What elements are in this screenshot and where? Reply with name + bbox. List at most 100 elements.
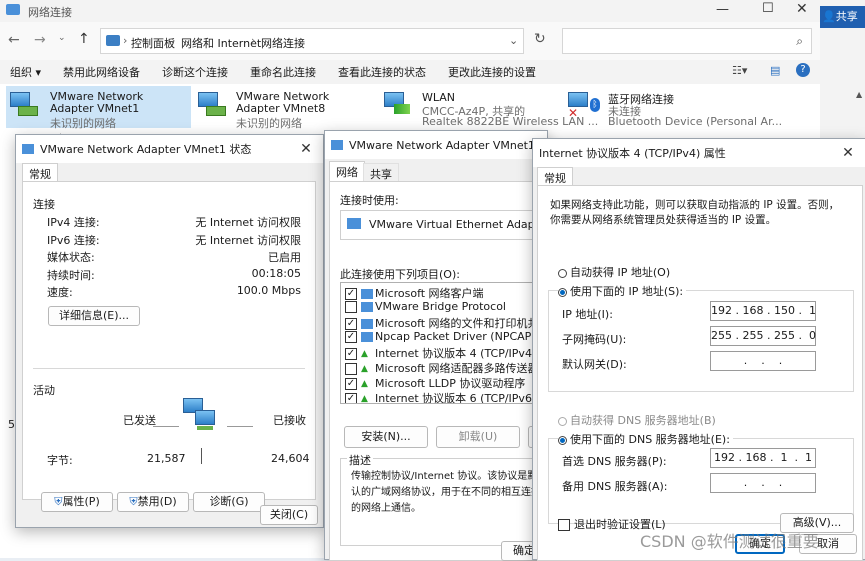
radio-button[interactable] <box>558 416 567 426</box>
ipv6-value: 无 Internet 访问权限 <box>195 234 301 247</box>
divider <box>33 368 305 369</box>
adapter-item-vmnet8[interactable]: VMware Network Adapter VMnet8 未识别的网络 <box>194 86 374 130</box>
refresh-icon[interactable]: ↻ <box>534 31 546 47</box>
checkbox[interactable]: ✓ <box>345 318 357 330</box>
tab-network[interactable]: 网络 <box>329 161 365 182</box>
properties-dialog: VMware Network Adapter VMnet1 属性 网络 共享 连… <box>324 130 558 561</box>
breadcrumb-item[interactable]: 网络和 Internet <box>181 35 261 51</box>
adapter-item-wlan[interactable]: WLAN CMCC-Az4P, 共享的 Realtek 8822BE Wirel… <box>380 86 598 128</box>
close-icon[interactable]: ✕ <box>796 1 808 17</box>
properties-dialog-title: VMware Network Adapter VMnet1 属性 <box>349 139 547 152</box>
up-arrow-icon[interactable]: ↑ <box>78 31 90 47</box>
gateway-label: 默认网关(D): <box>562 358 627 371</box>
maximize-icon[interactable]: ☐ <box>762 1 774 16</box>
activity-line-left <box>153 426 179 427</box>
preview-pane-icon[interactable]: ▤ <box>770 64 780 77</box>
wifi-signal-icon <box>384 92 412 116</box>
close-button[interactable]: 关闭(C) <box>260 505 318 525</box>
view-options-icon[interactable]: ☷▾ <box>732 64 747 77</box>
disable-button[interactable]: ⛨禁用(D) <box>117 492 189 512</box>
checkbox[interactable] <box>345 301 357 313</box>
close-icon[interactable]: ✕ <box>831 145 865 161</box>
breadcrumb-item[interactable]: 网络连接 <box>261 35 305 51</box>
search-input[interactable]: ⌕ <box>562 28 812 54</box>
shield-icon: ⛨ <box>129 495 138 508</box>
details-button[interactable]: 详细信息(E)... <box>48 306 140 326</box>
network-adapter-icon <box>22 144 34 154</box>
uninstall-button[interactable]: 卸载(U) <box>436 426 520 448</box>
manual-dns-radio[interactable]: 使用下面的 DNS 服务器地址(E): <box>558 431 733 447</box>
radio-button[interactable] <box>558 435 567 445</box>
checkbox[interactable]: ✓ <box>345 288 357 300</box>
bluetooth-adapter-icon: ᛒ ✕ <box>568 92 600 120</box>
list-item[interactable]: ✓ Microsoft 网络客户端 <box>345 285 484 301</box>
alternate-dns-field[interactable]: . . . <box>710 473 816 493</box>
share-label: 共享 <box>835 10 858 23</box>
diagnose-connection-button[interactable]: 诊断这个连接 <box>162 64 228 80</box>
list-item[interactable]: VMware Bridge Protocol <box>345 300 506 313</box>
radio-button[interactable] <box>558 268 567 278</box>
organize-menu[interactable]: 组织 ▾ <box>10 64 41 80</box>
install-button[interactable]: 安装(N)... <box>344 426 428 448</box>
item-label: Microsoft LLDP 协议驱动程序 <box>375 377 526 390</box>
manual-ip-radio[interactable]: 使用下面的 IP 地址(S): <box>558 283 687 299</box>
auto-dns-label: 自动获得 DNS 服务器地址(B) <box>570 414 716 427</box>
checkbox[interactable] <box>558 519 570 531</box>
adapter-item-vmnet1[interactable]: VMware Network Adapter VMnet1 未识别的网络 <box>6 86 191 130</box>
list-item[interactable]: ✓ Microsoft 网络的文件和打印机共享 <box>345 315 547 331</box>
close-icon[interactable]: ✕ <box>289 141 323 157</box>
diagnose-button[interactable]: 诊断(G) <box>193 492 265 512</box>
checkbox[interactable]: ✓ <box>345 348 357 360</box>
auto-ip-radio[interactable]: 自动获得 IP 地址(O) <box>558 264 670 280</box>
ipv4-label: IPv4 连接: <box>47 216 100 229</box>
recent-chevron-icon[interactable]: ⌄ <box>58 33 66 43</box>
gateway-field[interactable]: . . . <box>710 351 816 371</box>
breadcrumb-item[interactable]: 控制面板 <box>131 35 175 51</box>
preferred-dns-field[interactable]: 192 . 168 . 1 . 1 <box>710 448 816 468</box>
network-adapter-icon <box>198 92 226 116</box>
checkbox[interactable]: ✓ <box>345 331 357 343</box>
breadcrumb-sep-icon: › <box>171 34 176 47</box>
list-item[interactable]: ✓ ▲ Microsoft LLDP 协议驱动程序 <box>345 375 525 391</box>
list-item[interactable]: ✓ ▲ Internet 协议版本 6 (TCP/IPv6) <box>345 390 536 403</box>
properties-panel: 连接时使用: VMware Virtual Ethernet Adapter f… <box>329 181 558 561</box>
radio-button[interactable] <box>558 287 567 297</box>
change-settings-button[interactable]: 更改此连接的设置 <box>448 64 536 80</box>
protocol-icon: ▲ <box>361 379 368 389</box>
adapter-item-bluetooth[interactable]: ᛒ ✕ 蓝牙网络连接 未连接 Bluetooth Device (Personal… <box>566 86 782 128</box>
share-button[interactable]: 👤共享 <box>820 6 865 28</box>
ipv4-value: 无 Internet 访问权限 <box>195 216 301 229</box>
list-item-selected[interactable]: ✓ ▲ Internet 协议版本 4 (TCP/IPv4) <box>345 345 536 361</box>
ipv4-panel: 如果网络支持此功能，则可以获取自动指派的 IP 设置。否则，你需要从网络系统管理… <box>537 185 863 561</box>
minimize-icon[interactable]: — <box>716 2 729 17</box>
list-item[interactable]: ✓ Npcap Packet Driver (NPCAP) <box>345 330 536 343</box>
list-item[interactable]: ▲ Microsoft 网络适配器多路传送器协议 <box>345 360 547 376</box>
back-arrow-icon[interactable]: ← <box>8 32 20 48</box>
items-list: ✓ Microsoft 网络客户端 VMware Bridge Protocol … <box>340 282 548 404</box>
checkbox[interactable]: ✓ <box>345 393 357 403</box>
address-bar[interactable]: › 控制面板 › 网络和 Internet › 网络连接 ⌄ <box>100 28 524 54</box>
subnet-mask-field[interactable]: 255 . 255 . 255 . 0 <box>710 326 816 346</box>
manual-dns-label: 使用下面的 DNS 服务器地址(E): <box>570 433 730 446</box>
checkbox[interactable]: ✓ <box>345 378 357 390</box>
disable-device-button[interactable]: 禁用此网络设备 <box>63 64 140 80</box>
ip-address-field[interactable]: 192 . 168 . 150 . 1 <box>710 301 816 321</box>
scroll-up-icon[interactable]: ▲ <box>856 90 862 99</box>
view-status-button[interactable]: 查看此连接的状态 <box>338 64 426 80</box>
bytes-recv: 24,604 <box>271 452 310 465</box>
properties-button[interactable]: ⛨属性(P) <box>41 492 113 512</box>
auto-dns-radio[interactable]: 自动获得 DNS 服务器地址(B) <box>558 412 716 428</box>
ipv4-dialog-title: Internet 协议版本 4 (TCP/IPv4) 属性 <box>539 147 726 160</box>
auto-ip-label: 自动获得 IP 地址(O) <box>570 266 671 279</box>
ip-label: IP 地址(I): <box>562 308 613 321</box>
bytes-label: 字节: <box>47 454 73 467</box>
address-dropdown-icon[interactable]: ⌄ <box>509 34 518 47</box>
forward-arrow-icon[interactable]: → <box>34 32 46 48</box>
activity-line-right <box>227 426 253 427</box>
adapter-text: VMware Virtual Ethernet Adapter for V <box>369 218 548 231</box>
rename-connection-button[interactable]: 重命名此连接 <box>250 64 316 80</box>
media-value: 已启用 <box>268 251 301 264</box>
address-row: ← → ⌄ ↑ › 控制面板 › 网络和 Internet › 网络连接 ⌄ ↻… <box>0 22 820 60</box>
help-icon[interactable]: ? <box>796 63 810 77</box>
checkbox[interactable] <box>345 363 357 375</box>
